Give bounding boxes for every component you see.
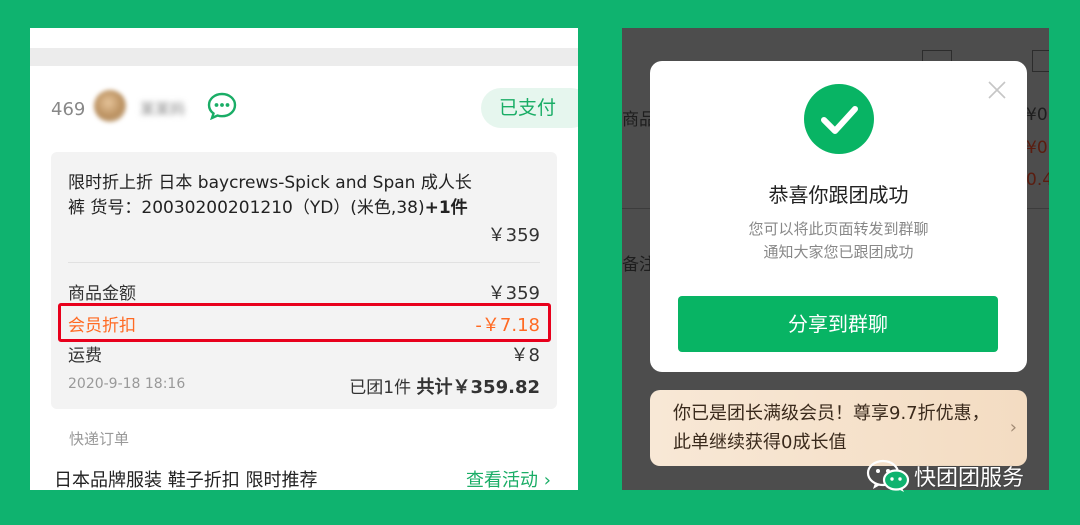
- goods-amount-value: ￥359: [487, 283, 540, 304]
- member-discount-label: 会员折扣: [68, 316, 136, 336]
- success-modal-screen: 商品 备注 ¥0. ¥0.0 0.4 恭喜你跟团成功 您可以将此页面转发到群聊 …: [622, 28, 1049, 490]
- chat-icon[interactable]: [207, 92, 237, 120]
- bg-fragment: 0.4: [1026, 170, 1049, 190]
- order-date: 2020-9-18 18:16: [68, 376, 186, 392]
- shipping-label: 运费: [68, 346, 102, 366]
- chevron-right-icon: ›: [538, 470, 551, 490]
- promo-text: 日本品牌服装 鞋子折扣 限时推荐: [54, 470, 318, 490]
- order-summary: 已团1件 共计￥359.82: [349, 373, 540, 399]
- divider: [68, 262, 540, 263]
- dialog-subtitle: 您可以将此页面转发到群聊 通知大家您已跟团成功: [650, 218, 1027, 264]
- express-order-label: 快递订单: [69, 430, 130, 448]
- dialog-title: 恭喜你跟团成功: [768, 183, 909, 207]
- bg-fragment: ¥0.: [1026, 105, 1049, 125]
- product-qty: +1件: [424, 198, 468, 218]
- watermark-text: 快团团服务: [914, 466, 1025, 491]
- success-dialog: 恭喜你跟团成功 您可以将此页面转发到群聊 通知大家您已跟团成功 分享到群聊: [650, 61, 1027, 372]
- product-name: 限时折上折 日本 baycrews-Spick and Span 成人长裤 货号…: [68, 171, 488, 221]
- dialog-subtitle-line1: 您可以将此页面转发到群聊: [748, 220, 929, 238]
- order-number: 469: [51, 99, 86, 120]
- bg-fragment: ¥0.0: [1026, 138, 1049, 158]
- paid-status-badge: 已支付: [481, 88, 578, 128]
- product-price: ￥359: [487, 225, 540, 246]
- order-header: 469 某某妈 已支付: [30, 84, 578, 134]
- order-detail-panel: 469 某某妈 已支付 限时折上折 日本 baycrews-Spick and …: [30, 28, 578, 490]
- member-discount-value: -￥7.18: [475, 315, 540, 336]
- view-activity-link[interactable]: 查看活动 ›: [466, 466, 551, 490]
- view-activity-label: 查看活动: [466, 470, 538, 490]
- order-count: 已团1件: [349, 378, 412, 398]
- bg-stepper-box: [1032, 50, 1049, 72]
- close-icon[interactable]: [987, 80, 1007, 100]
- product-title: 限时折上折 日本 baycrews-Spick and Span 成人长裤 货号…: [68, 173, 472, 218]
- member-banner-text: 你已是团长满级会员！尊享9.7折优惠，此单继续获得0成长值: [673, 403, 990, 453]
- wechat-logo-icon: [866, 459, 910, 492]
- order-total: ￥359.82: [452, 377, 540, 398]
- share-to-group-button[interactable]: 分享到群聊: [678, 296, 998, 352]
- dialog-subtitle-line2: 通知大家您已跟团成功: [763, 243, 914, 261]
- member-banner[interactable]: 你已是团长满级会员！尊享9.7折优惠，此单继续获得0成长值 ›: [650, 390, 1027, 466]
- shipping-value: ￥8: [510, 345, 540, 366]
- avatar[interactable]: [94, 90, 126, 122]
- username[interactable]: 某某妈: [140, 98, 200, 118]
- goods-amount-label: 商品金额: [68, 284, 136, 304]
- check-circle-icon: [804, 84, 874, 154]
- order-card[interactable]: 限时折上折 日本 baycrews-Spick and Span 成人长裤 货号…: [51, 152, 557, 409]
- chevron-right-icon: ›: [1009, 417, 1017, 438]
- top-divider-band: [30, 48, 578, 66]
- order-total-label: 共计: [416, 377, 453, 398]
- watermark: 快团团服务: [866, 459, 1024, 493]
